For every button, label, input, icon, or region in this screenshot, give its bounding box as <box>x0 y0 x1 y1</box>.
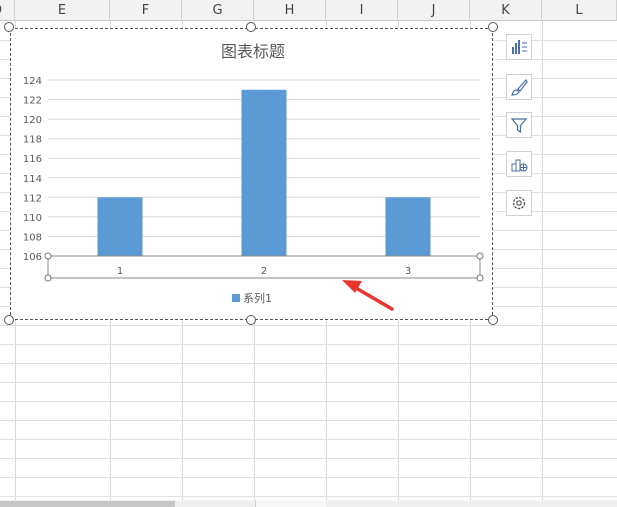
horizontal-scrollbar-thumb[interactable] <box>0 501 175 507</box>
annotation-arrow-icon <box>342 280 394 311</box>
sheet-tab-area <box>255 500 326 507</box>
